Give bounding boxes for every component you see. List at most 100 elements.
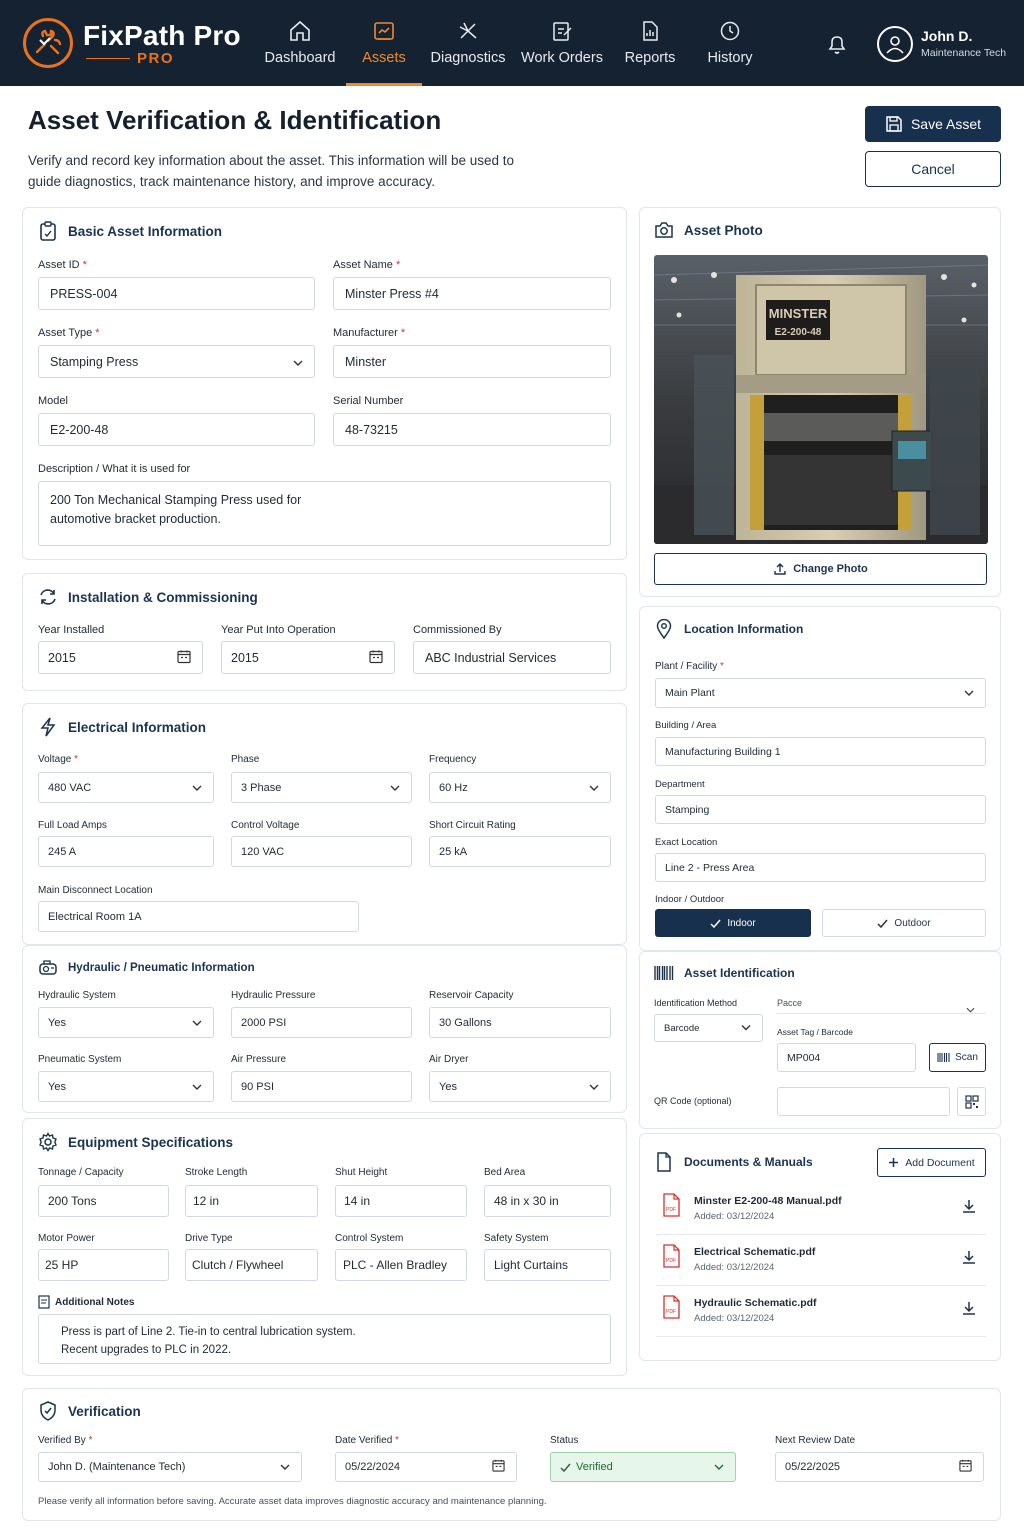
- stroke-input[interactable]: 12 in: [185, 1185, 318, 1217]
- voltage-select[interactable]: 480 VAC: [38, 772, 214, 803]
- avatar[interactable]: [877, 26, 913, 62]
- voltage-label: Voltage *: [38, 754, 79, 765]
- control-system-input[interactable]: PLC - Allen Bradley: [335, 1249, 467, 1281]
- nav-diagnostics[interactable]: Diagnostics: [428, 0, 508, 86]
- building-input[interactable]: Manufacturing Building 1: [655, 737, 986, 766]
- year-installed-input[interactable]: 2015: [38, 641, 203, 674]
- user-name[interactable]: John D.: [921, 28, 972, 44]
- document-name[interactable]: Minster E2-200-48 Manual.pdf: [694, 1195, 842, 1207]
- department-label: Department: [655, 779, 705, 790]
- scan-button[interactable]: Scan: [929, 1043, 986, 1072]
- nav-work-orders[interactable]: Work Orders: [518, 0, 606, 86]
- shut-height-input[interactable]: 14 in: [335, 1185, 467, 1217]
- outdoor-toggle[interactable]: Outdoor: [822, 909, 986, 937]
- calendar-icon[interactable]: [177, 649, 191, 666]
- qr-code-button[interactable]: [957, 1087, 986, 1116]
- nav-dashboard[interactable]: Dashboard: [262, 0, 338, 86]
- control-voltage-input[interactable]: 120 VAC: [231, 836, 412, 867]
- verified-by-select[interactable]: John D. (Maintenance Tech): [38, 1452, 302, 1482]
- commissioned-input[interactable]: ABC Industrial Services: [413, 641, 611, 674]
- page-title: Asset Verification & Identification: [28, 105, 442, 135]
- control-system-label: Control System: [335, 1233, 404, 1244]
- cancel-button[interactable]: Cancel: [865, 151, 1001, 187]
- method-select[interactable]: Barcode: [654, 1014, 763, 1042]
- check-icon: [560, 1463, 571, 1472]
- year-operation-input[interactable]: 2015: [221, 641, 395, 674]
- indoor-toggle[interactable]: Indoor: [655, 909, 811, 937]
- date-verified-input[interactable]: 05/22/2024: [335, 1452, 517, 1482]
- faded-field-line: [777, 1013, 986, 1014]
- air-pressure-input[interactable]: 90 PSI: [231, 1071, 412, 1102]
- safety-label: Safety System: [484, 1233, 549, 1244]
- disconnect-input[interactable]: Electrical Room 1A: [38, 901, 359, 932]
- tag-input[interactable]: MP004: [777, 1043, 916, 1072]
- change-photo-button[interactable]: Change Photo: [654, 553, 987, 585]
- specs-title: Equipment Specifications: [38, 1132, 233, 1152]
- section-title: Hydraulic / Pneumatic Information: [68, 962, 255, 974]
- qr-input[interactable]: [777, 1087, 950, 1116]
- bed-area-input[interactable]: 48 in x 30 in: [484, 1185, 611, 1217]
- check-icon: [710, 919, 721, 928]
- notes-textarea[interactable]: Press is part of Line 2. Tie-in to centr…: [38, 1314, 611, 1364]
- asset-name-input[interactable]: Minster Press #4: [333, 277, 611, 310]
- serial-input[interactable]: 48-73215: [333, 413, 611, 446]
- document-row[interactable]: PDF Electrical Schematic.pdf Added: 03/1…: [656, 1236, 986, 1286]
- hydraulic-pressure-input[interactable]: 2000 PSI: [231, 1007, 412, 1038]
- plant-select[interactable]: Main Plant: [655, 678, 986, 708]
- add-document-button[interactable]: Add Document: [877, 1148, 986, 1177]
- verification-footnote: Please verify all information before sav…: [38, 1496, 547, 1507]
- exact-location-label: Exact Location: [655, 837, 718, 848]
- description-label: Description / What it is used for: [38, 463, 191, 475]
- department-input[interactable]: Stamping: [655, 795, 986, 824]
- control-voltage-label: Control Voltage: [231, 820, 300, 831]
- short-circuit-input[interactable]: 25 kA: [429, 836, 611, 867]
- air-dryer-select[interactable]: Yes: [429, 1071, 611, 1102]
- calendar-icon[interactable]: [959, 1459, 972, 1475]
- nav-reports[interactable]: Reports: [618, 0, 682, 86]
- document-name[interactable]: Hydraulic Schematic.pdf: [694, 1297, 817, 1309]
- section-title: Documents & Manuals: [684, 1155, 813, 1169]
- bell-icon[interactable]: [826, 32, 848, 61]
- sync-icon: [38, 587, 58, 607]
- plate-model: E2-200-48: [775, 327, 822, 338]
- save-icon: [886, 116, 902, 132]
- motor-label: Motor Power: [38, 1233, 95, 1244]
- nav-history[interactable]: History: [700, 0, 760, 86]
- next-review-input[interactable]: 05/22/2025: [775, 1452, 984, 1482]
- exact-location-input[interactable]: Line 2 - Press Area: [655, 853, 986, 882]
- fla-input[interactable]: 245 A: [38, 836, 214, 867]
- description-textarea[interactable]: 200 Ton Mechanical Stamping Press used f…: [38, 481, 611, 546]
- save-asset-button[interactable]: Save Asset: [865, 106, 1001, 142]
- calendar-icon[interactable]: [369, 649, 383, 666]
- document-name[interactable]: Electrical Schematic.pdf: [694, 1246, 815, 1258]
- calendar-icon[interactable]: [492, 1459, 505, 1475]
- nav-label: Dashboard: [264, 50, 336, 66]
- nav-assets[interactable]: Assets: [346, 0, 422, 86]
- phase-select[interactable]: 3 Phase: [231, 772, 412, 803]
- qr-label: QR Code (optional): [654, 1096, 732, 1106]
- asset-type-select[interactable]: Stamping Press: [38, 345, 315, 378]
- download-icon[interactable]: [962, 1301, 976, 1321]
- chevron-down-icon[interactable]: [966, 1000, 975, 1018]
- model-input[interactable]: E2-200-48: [38, 413, 315, 446]
- document-row[interactable]: PDF Hydraulic Schematic.pdf Added: 03/12…: [656, 1287, 986, 1337]
- status-select[interactable]: Verified: [550, 1452, 736, 1482]
- asset-id-input[interactable]: PRESS-004: [38, 277, 315, 310]
- download-icon[interactable]: [962, 1250, 976, 1270]
- hydraulic-system-select[interactable]: Yes: [38, 1007, 214, 1038]
- frequency-select[interactable]: 60 Hz: [429, 772, 611, 803]
- qr-code-icon: [964, 1094, 979, 1109]
- safety-input[interactable]: Light Curtains: [484, 1249, 611, 1281]
- motor-input[interactable]: 25 HP: [38, 1249, 169, 1281]
- hydraulic-pump-icon: [38, 959, 58, 977]
- download-icon[interactable]: [962, 1199, 976, 1219]
- hydraulic-system-label: Hydraulic System: [38, 990, 116, 1001]
- document-row[interactable]: PDF Minster E2-200-48 Manual.pdf Added: …: [656, 1185, 986, 1235]
- tonnage-input[interactable]: 200 Tons: [38, 1185, 169, 1217]
- manufacturer-input[interactable]: Minster: [333, 345, 611, 378]
- pneumatic-system-select[interactable]: Yes: [38, 1071, 214, 1102]
- edit-doc-icon: [550, 18, 574, 44]
- asset-photo[interactable]: MINSTER E2-200-48: [654, 255, 988, 544]
- reservoir-input[interactable]: 30 Gallons: [429, 1007, 611, 1038]
- drive-type-input[interactable]: Clutch / Flywheel: [185, 1249, 318, 1281]
